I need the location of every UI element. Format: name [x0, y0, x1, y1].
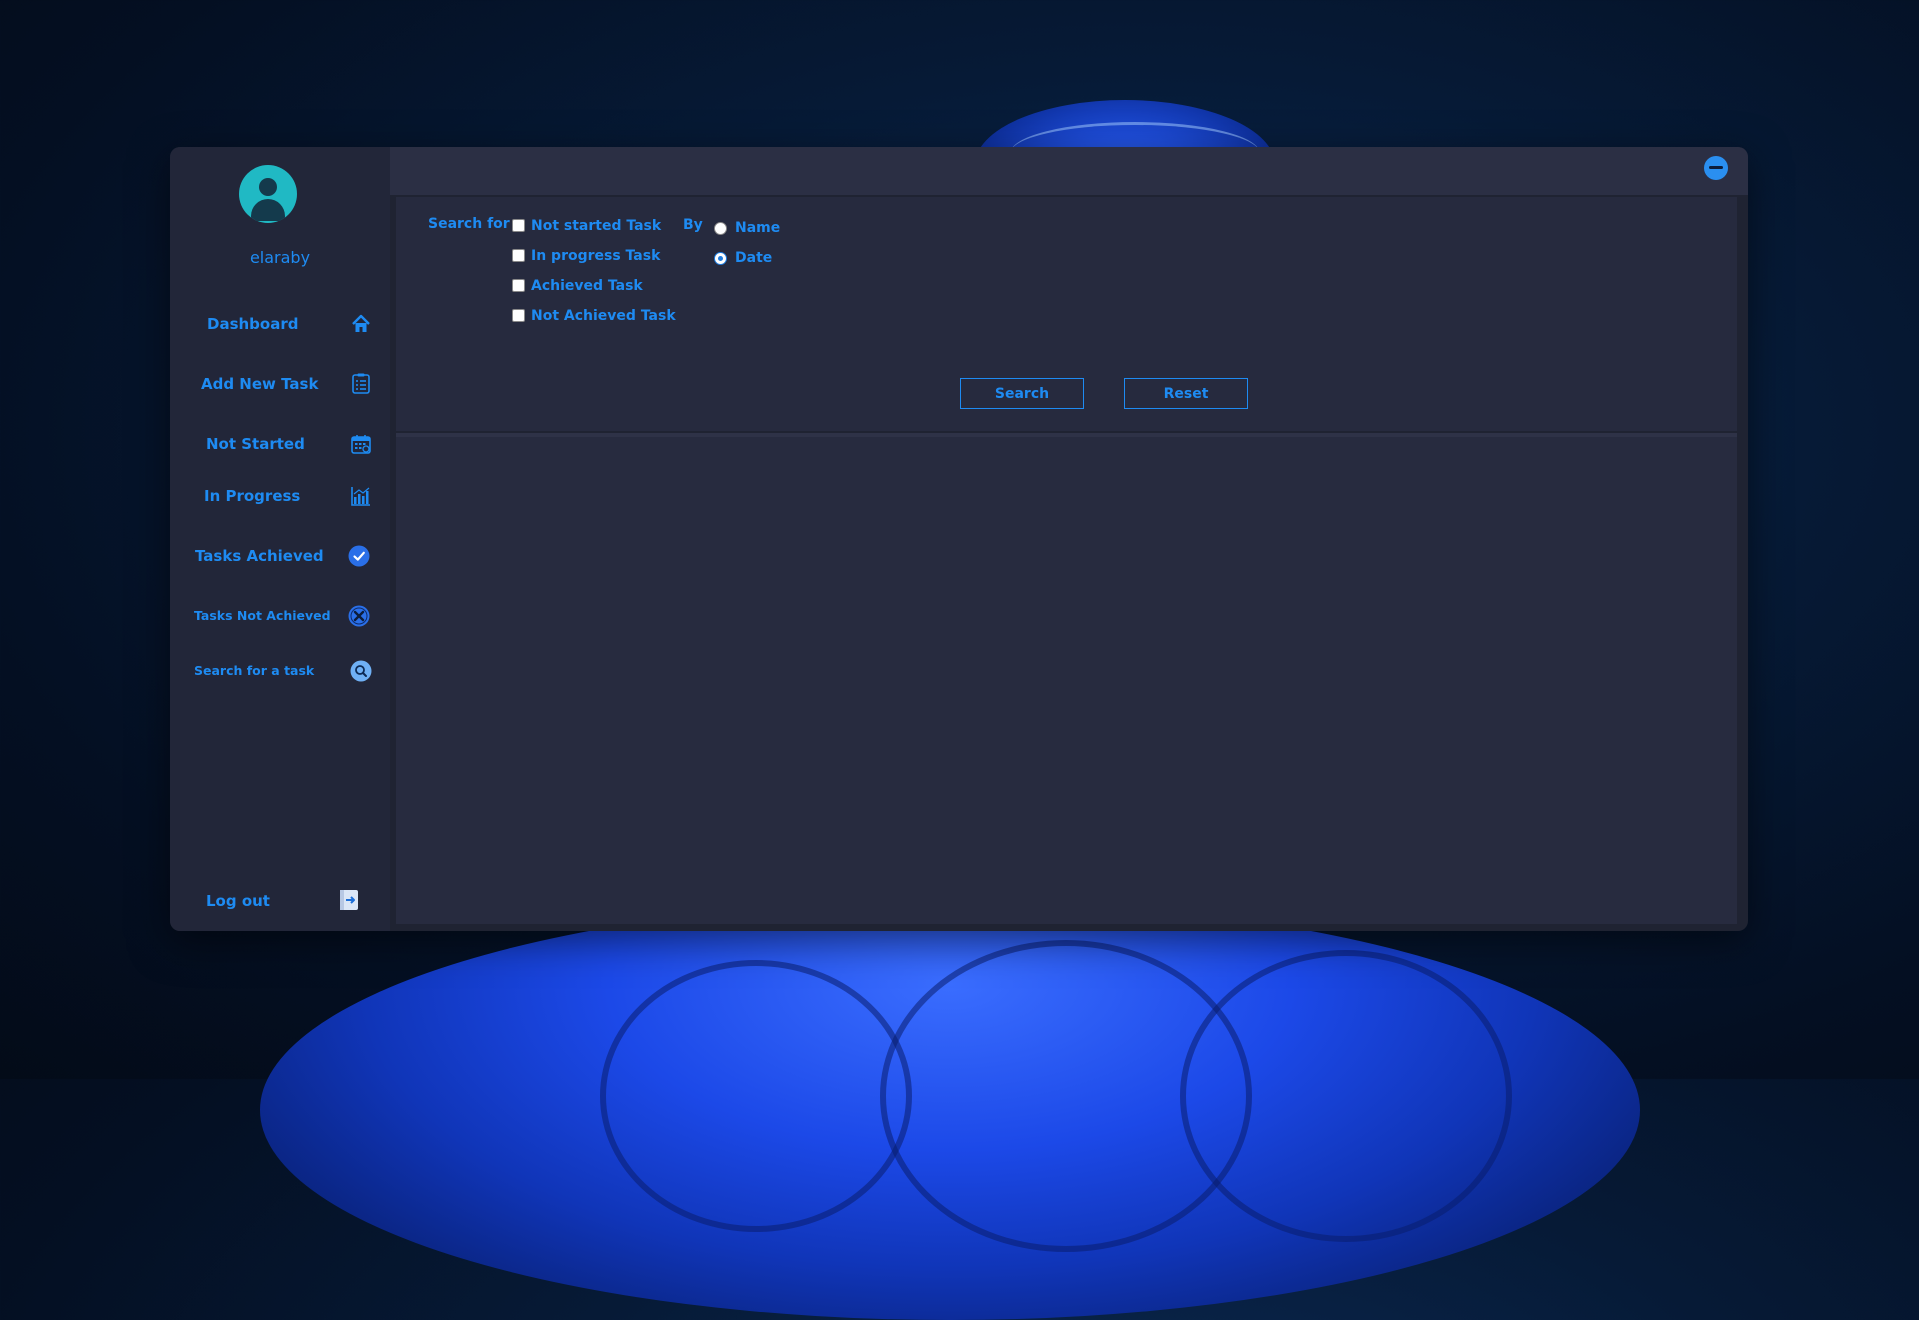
- calendar-icon: [351, 435, 371, 454]
- logout-icon: [340, 890, 358, 910]
- search-button[interactable]: Search: [960, 378, 1084, 409]
- sidebar-item-tasks-not-achieved[interactable]: Tasks Not Achieved: [170, 598, 390, 634]
- by-label: By: [683, 217, 703, 233]
- sidebar-item-not-started[interactable]: Not Started: [170, 426, 390, 462]
- search-circle-icon: [350, 660, 372, 682]
- reset-button[interactable]: Reset: [1124, 378, 1248, 409]
- logout-label: Log out: [206, 892, 270, 910]
- check-circle-icon: [348, 545, 370, 567]
- search-for-label: Search for: [428, 216, 510, 232]
- checkbox-achieved-task[interactable]: [512, 279, 525, 292]
- x-circle-icon: [348, 605, 370, 627]
- sidebar-item-label: Tasks Achieved: [195, 547, 324, 565]
- avatar-body: [251, 199, 285, 221]
- title-bar: [390, 147, 1748, 195]
- sidebar-item-dashboard[interactable]: Dashboard: [170, 306, 390, 342]
- checkbox-label: In progress Task: [531, 248, 661, 264]
- avatar-head: [259, 178, 277, 196]
- app-window: elaraby Dashboard Add New Task Not Start…: [170, 147, 1748, 931]
- checkbox-label: Achieved Task: [531, 278, 643, 294]
- checkbox-in-progress-task[interactable]: [512, 249, 525, 262]
- checkbox-not-started-task[interactable]: [512, 219, 525, 232]
- sidebar-item-label: Not Started: [206, 435, 305, 453]
- wallpaper-petal: [1180, 950, 1512, 1242]
- checkbox-label: Not started Task: [531, 218, 662, 234]
- search-panel: Search for Not started Task In progress …: [396, 197, 1737, 431]
- sidebar-item-search-for-a-task[interactable]: Search for a task: [170, 653, 390, 689]
- logout-button[interactable]: Log out: [170, 883, 390, 919]
- home-icon: [352, 314, 370, 332]
- sidebar-item-in-progress[interactable]: In Progress: [170, 478, 390, 514]
- avatar: [239, 165, 297, 223]
- clipboard-list-icon: [352, 373, 370, 394]
- sidebar-item-add-new-task[interactable]: Add New Task: [170, 366, 390, 402]
- results-panel: [396, 433, 1737, 924]
- sidebar-item-label: Add New Task: [201, 375, 319, 393]
- radio-name[interactable]: [714, 222, 727, 235]
- radio-date[interactable]: [714, 252, 727, 265]
- sidebar-item-label: Search for a task: [194, 663, 315, 678]
- checkbox-label: Not Achieved Task: [531, 308, 676, 324]
- sidebar-item-tasks-achieved[interactable]: Tasks Achieved: [170, 538, 390, 574]
- minimize-button[interactable]: [1704, 156, 1728, 180]
- radio-label: Name: [735, 220, 781, 236]
- sidebar-item-label: In Progress: [204, 487, 301, 505]
- wallpaper-petal: [600, 960, 912, 1232]
- sidebar: elaraby Dashboard Add New Task Not Start…: [170, 147, 390, 931]
- sidebar-item-label: Dashboard: [207, 315, 299, 333]
- username: elaraby: [249, 248, 311, 267]
- radio-label: Date: [735, 250, 773, 266]
- checkbox-not-achieved-task[interactable]: [512, 309, 525, 322]
- sidebar-item-label: Tasks Not Achieved: [194, 608, 331, 623]
- bar-chart-icon: [351, 487, 370, 506]
